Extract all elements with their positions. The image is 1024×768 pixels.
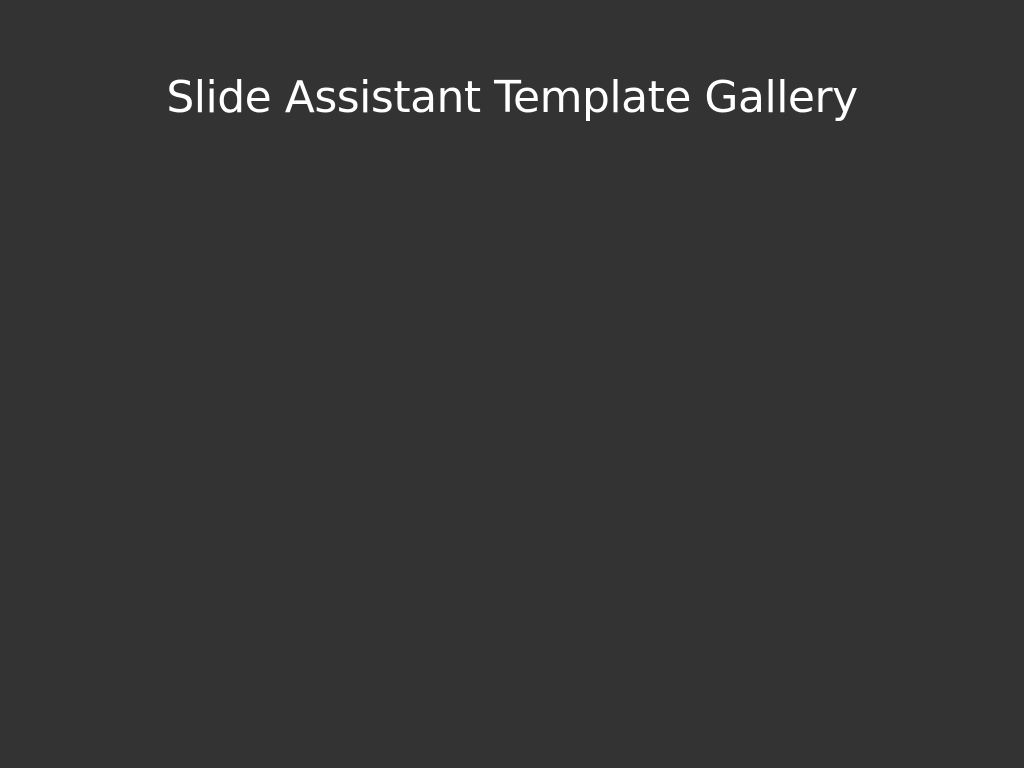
slide-content-area [0, 160, 1024, 768]
slide-canvas: Slide Assistant Template Gallery [0, 0, 1024, 768]
slide-title[interactable]: Slide Assistant Template Gallery [0, 66, 1024, 130]
